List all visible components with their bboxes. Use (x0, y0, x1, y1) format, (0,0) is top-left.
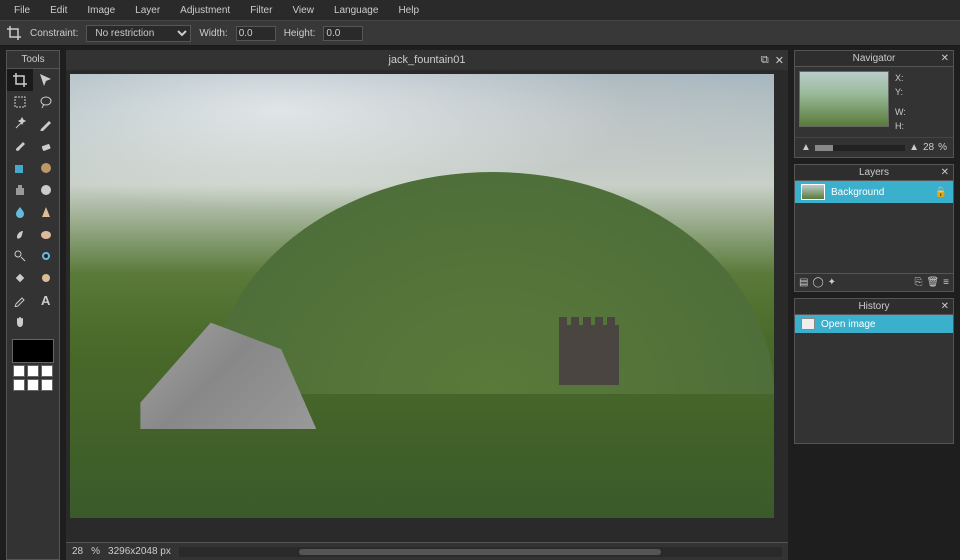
fx-icon[interactable]: ✦ (828, 277, 836, 288)
zoom-value: 28 (72, 546, 83, 557)
colorreplace-tool[interactable] (33, 179, 59, 201)
toolbox: Tools A (6, 50, 60, 560)
layer-item[interactable]: Background 🔒 (795, 181, 953, 203)
history-title: History (858, 301, 889, 312)
close-icon[interactable]: ✕ (775, 54, 784, 67)
zoom-tool[interactable] (33, 311, 59, 333)
new-layer-icon[interactable]: ▤ (799, 277, 808, 288)
document-title: jack_fountain01 (388, 54, 465, 66)
horizontal-scrollbar[interactable] (179, 547, 782, 557)
menu-file[interactable]: File (6, 2, 38, 19)
dodge-tool[interactable] (7, 245, 33, 267)
swatch-5[interactable] (27, 379, 39, 391)
menu-view[interactable]: View (284, 2, 322, 19)
zoom-out-icon[interactable]: ▲ (801, 142, 811, 153)
status-bar: 28 % 3296x2048 px (66, 542, 788, 560)
navigator-thumbnail[interactable] (799, 71, 889, 127)
wand-tool[interactable] (7, 113, 33, 135)
layers-menu-icon[interactable]: ≡ (943, 277, 949, 288)
canvas[interactable] (66, 70, 788, 542)
height-label: Height: (284, 28, 316, 39)
foreground-color[interactable] (12, 339, 54, 363)
type-tool[interactable]: A (33, 289, 59, 311)
spotheal-tool[interactable] (7, 267, 33, 289)
menu-adjustment[interactable]: Adjustment (172, 2, 238, 19)
width-label: Width: (199, 28, 227, 39)
constraint-select[interactable]: No restriction (86, 25, 191, 42)
bucket-tool[interactable] (7, 157, 33, 179)
crop-tool-icon (6, 25, 22, 41)
zoom-in-icon[interactable]: ▲ (909, 142, 919, 153)
history-panel: History ✕ Open image (794, 298, 954, 444)
constraint-label: Constraint: (30, 28, 78, 39)
menu-language[interactable]: Language (326, 2, 387, 19)
zoom-pct: % (91, 546, 100, 557)
blur-tool[interactable] (7, 201, 33, 223)
navigator-info: X: Y: W: H: (895, 71, 906, 133)
history-close-icon[interactable]: ✕ (941, 301, 949, 312)
restore-icon[interactable]: ⧉ (761, 54, 769, 67)
colorpicker-tool[interactable] (7, 289, 33, 311)
hand-tool[interactable] (7, 311, 33, 333)
file-icon (801, 318, 815, 330)
smudge-tool[interactable] (7, 223, 33, 245)
menu-filter[interactable]: Filter (242, 2, 280, 19)
right-panels: Navigator ✕ X: Y: W: H: ▲ ▲ 28 % (794, 50, 954, 560)
swatch-1[interactable] (13, 365, 25, 377)
navigator-panel: Navigator ✕ X: Y: W: H: ▲ ▲ 28 % (794, 50, 954, 158)
clone-tool[interactable] (7, 179, 33, 201)
zoom-slider[interactable] (815, 145, 905, 151)
marquee-tool[interactable] (7, 91, 33, 113)
pencil-tool[interactable] (33, 113, 59, 135)
move-tool[interactable] (33, 69, 59, 91)
bloat-tool[interactable] (33, 267, 59, 289)
color-swatches (7, 333, 59, 395)
layer-thumbnail (801, 184, 825, 200)
document-titlebar: jack_fountain01 ⧉ ✕ (66, 50, 788, 70)
swatch-3[interactable] (41, 365, 53, 377)
lasso-tool[interactable] (33, 91, 59, 113)
crop-tool[interactable] (7, 69, 33, 91)
image-dimensions: 3296x2048 px (108, 546, 171, 557)
toolbox-title: Tools (7, 51, 59, 69)
svg-text:A: A (41, 293, 51, 307)
layers-title: Layers (859, 167, 889, 178)
options-bar: Constraint: No restriction Width: Height… (0, 20, 960, 46)
gradient-tool[interactable] (33, 157, 59, 179)
menu-image[interactable]: Image (79, 2, 123, 19)
brush-tool[interactable] (7, 135, 33, 157)
lock-icon[interactable]: 🔒 (935, 187, 947, 198)
swatch-2[interactable] (27, 365, 39, 377)
menu-bar: File Edit Image Layer Adjustment Filter … (0, 0, 960, 20)
mask-icon[interactable]: ◯ (812, 277, 823, 288)
vertical-scrollbar[interactable] (776, 70, 788, 522)
trash-icon[interactable]: 🗑 (926, 277, 939, 288)
swatch-6[interactable] (41, 379, 53, 391)
image-content (70, 74, 774, 518)
layers-panel: Layers ✕ Background 🔒 ▤ ◯ ✦ ⎘ 🗑 ≡ (794, 164, 954, 292)
width-input[interactable] (236, 26, 276, 41)
navigator-title: Navigator (853, 53, 896, 64)
height-input[interactable] (323, 26, 363, 41)
history-item-label: Open image (821, 319, 875, 330)
layer-name: Background (831, 187, 884, 198)
nav-zoom-pct: % (938, 142, 947, 153)
eraser-tool[interactable] (33, 135, 59, 157)
sharpen-tool[interactable] (33, 201, 59, 223)
history-item[interactable]: Open image (795, 315, 953, 333)
swatch-4[interactable] (13, 379, 25, 391)
menu-help[interactable]: Help (390, 2, 427, 19)
duplicate-icon[interactable]: ⎘ (914, 277, 922, 288)
menu-edit[interactable]: Edit (42, 2, 75, 19)
nav-zoom-value: 28 (923, 142, 934, 153)
sponge-tool[interactable] (33, 223, 59, 245)
redeye-tool[interactable] (33, 245, 59, 267)
menu-layer[interactable]: Layer (127, 2, 168, 19)
canvas-area: jack_fountain01 ⧉ ✕ 28 % 3296x2048 px (66, 50, 788, 560)
layers-close-icon[interactable]: ✕ (941, 167, 949, 178)
navigator-close-icon[interactable]: ✕ (941, 53, 949, 64)
